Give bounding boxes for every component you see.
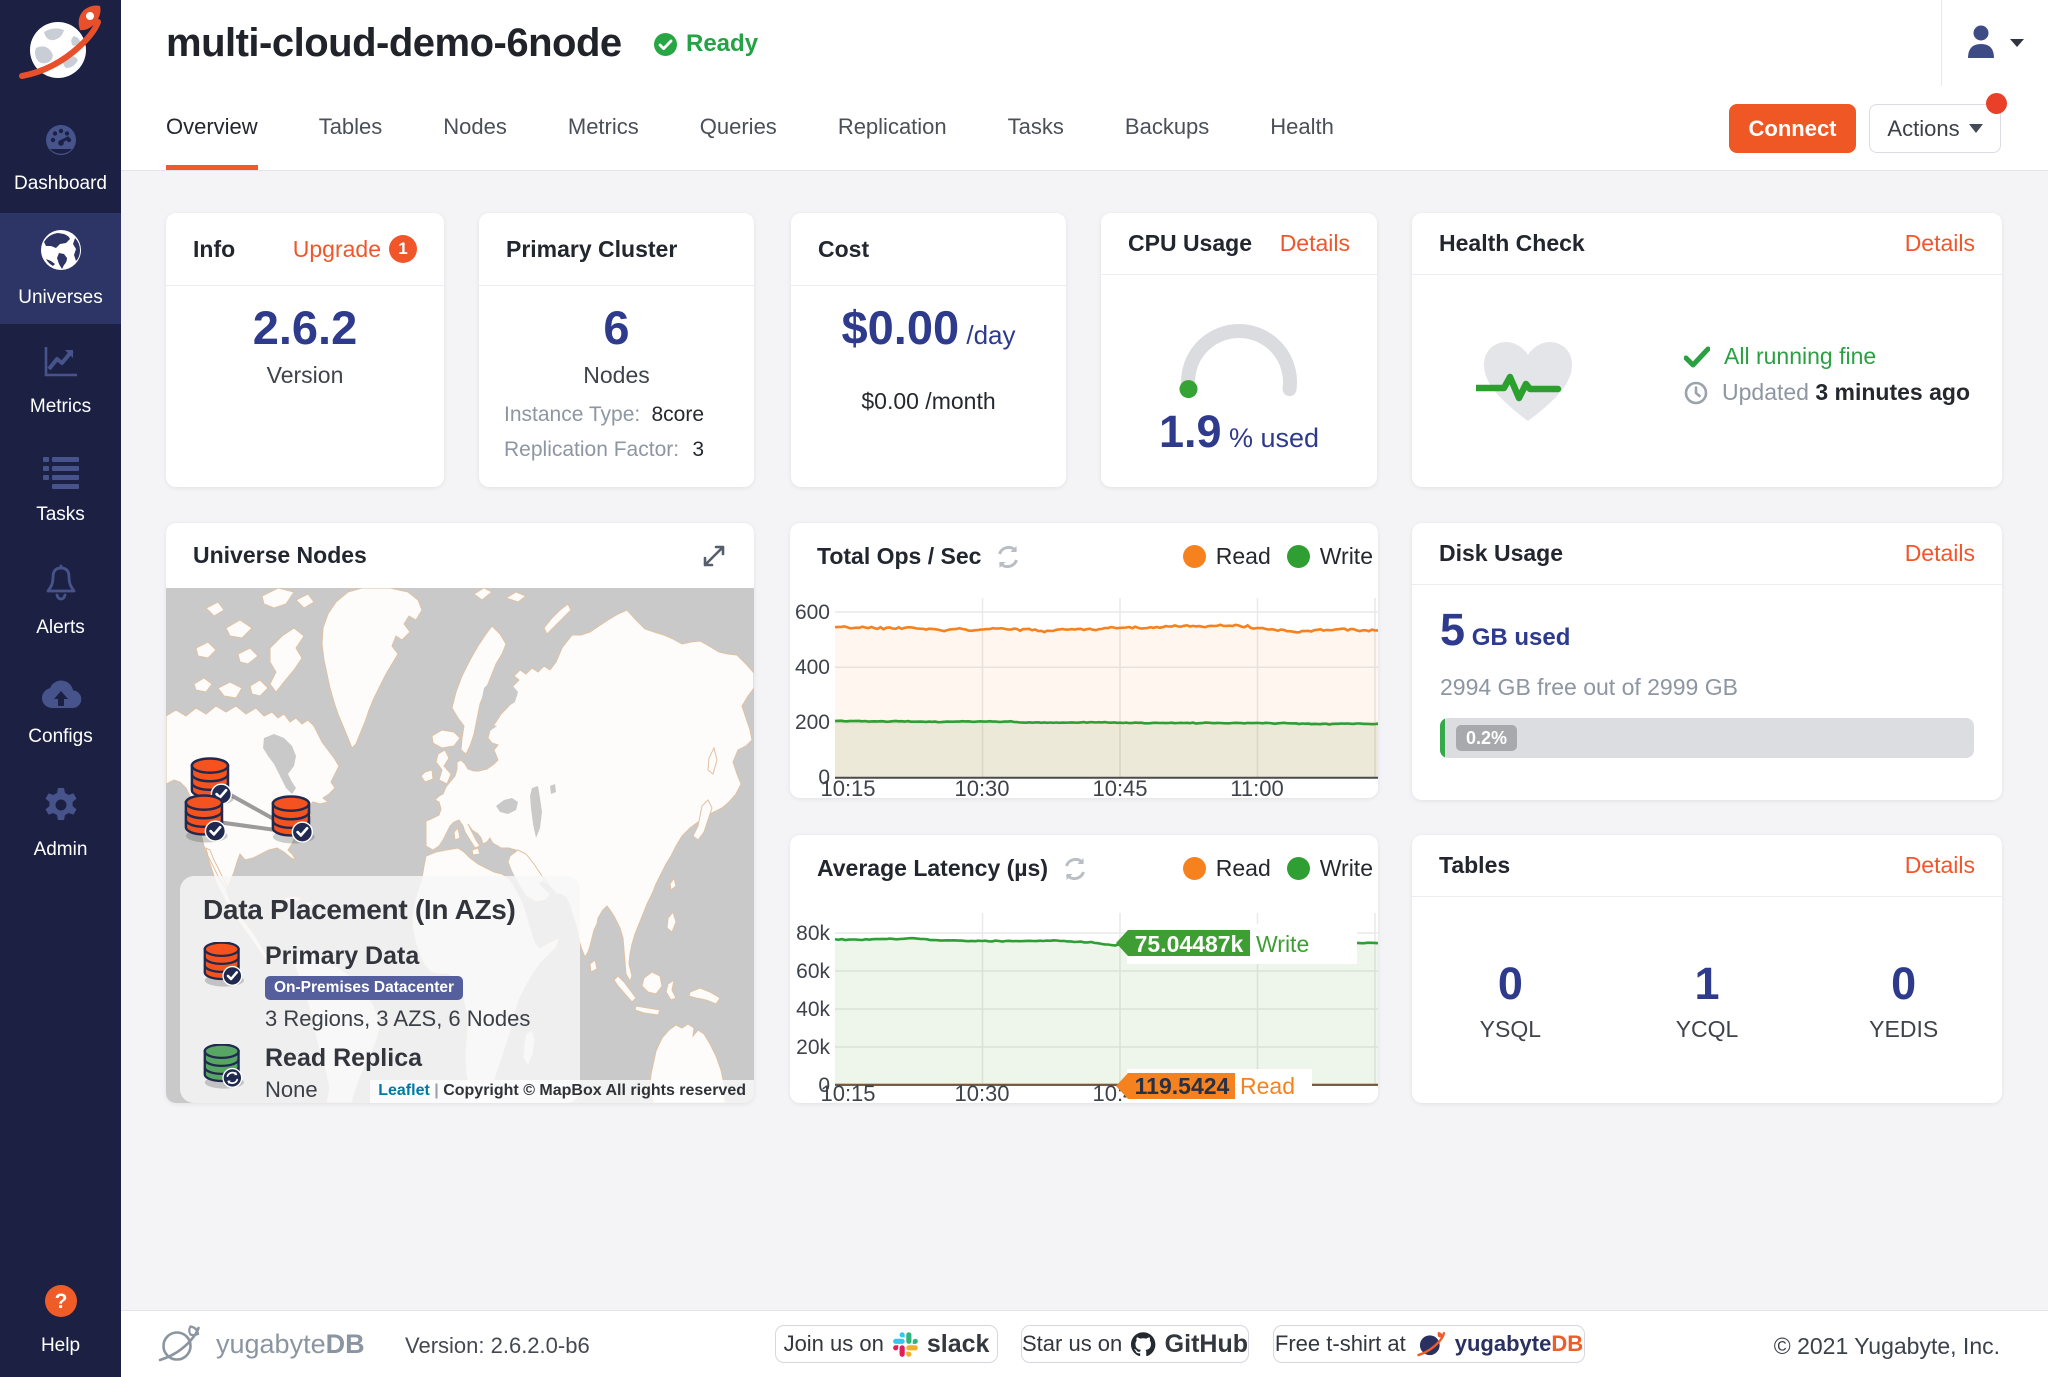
svg-text:400: 400 bbox=[795, 656, 830, 679]
svg-text:60k: 60k bbox=[796, 960, 830, 983]
svg-text:?: ? bbox=[54, 1290, 67, 1313]
svg-text:10:30: 10:30 bbox=[954, 1081, 1009, 1103]
svg-text:20k: 20k bbox=[796, 1036, 830, 1059]
svg-text:75.04487k: 75.04487k bbox=[1135, 931, 1244, 957]
svg-text:40k: 40k bbox=[796, 998, 830, 1021]
svg-text:10:30: 10:30 bbox=[954, 776, 1009, 798]
svg-text:80k: 80k bbox=[796, 922, 830, 945]
svg-text:10:15: 10:15 bbox=[820, 776, 875, 798]
svg-text:11:00: 11:00 bbox=[1230, 776, 1283, 798]
svg-text:10:45: 10:45 bbox=[1092, 776, 1147, 798]
svg-text:Read: Read bbox=[1240, 1073, 1295, 1099]
svg-text:Write: Write bbox=[1256, 931, 1309, 957]
svg-text:200: 200 bbox=[795, 711, 830, 734]
svg-text:10:15: 10:15 bbox=[820, 1081, 875, 1103]
svg-text:600: 600 bbox=[795, 601, 830, 624]
svg-text:119.5424: 119.5424 bbox=[1135, 1073, 1230, 1099]
